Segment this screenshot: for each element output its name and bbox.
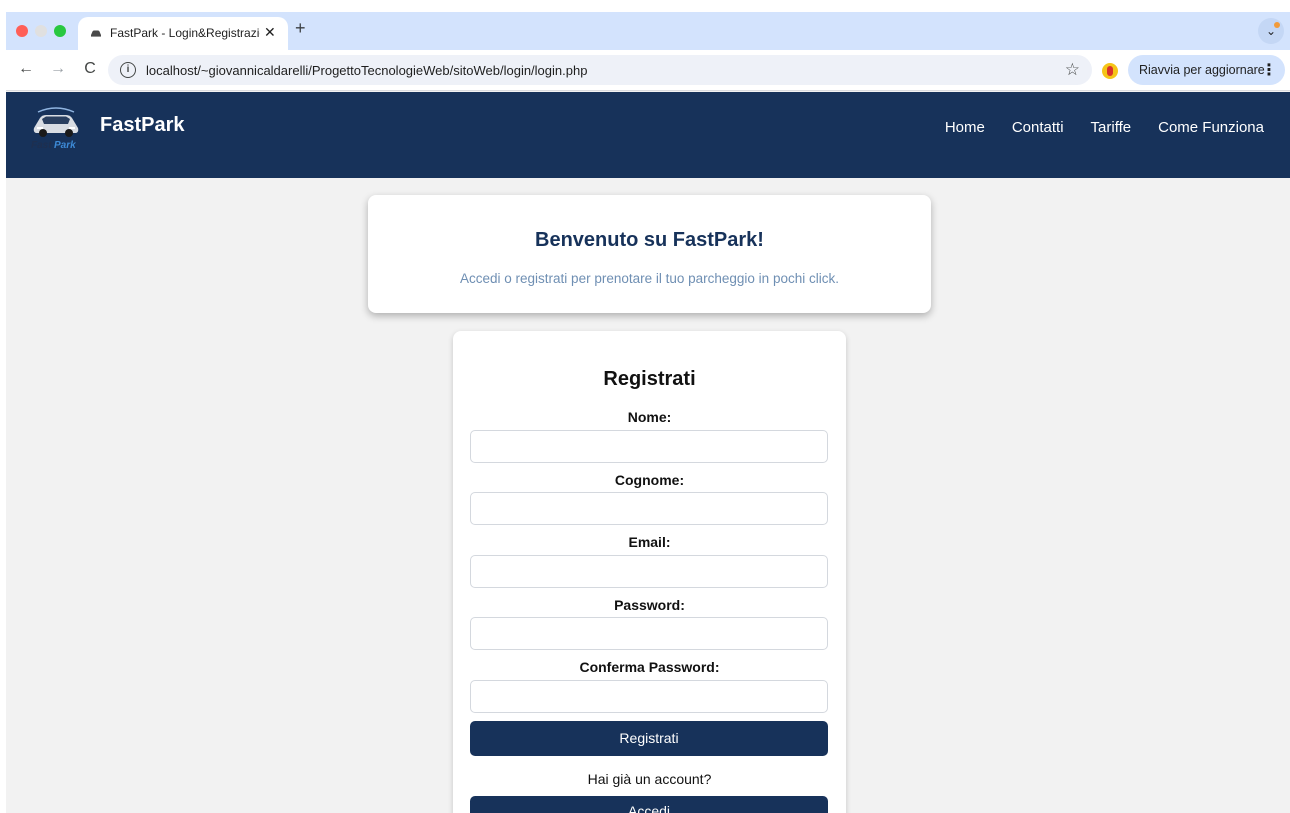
register-form: Registrati Nome: Cognome: Email: Passwor…	[453, 331, 846, 813]
welcome-subtitle: Accedi o registrati per prenotare il tuo…	[460, 271, 839, 286]
welcome-title: Benvenuto su FastPark!	[535, 229, 764, 251]
cognome-label: Cognome:	[614, 472, 685, 488]
password-label: Password:	[614, 597, 685, 613]
back-arrow-icon[interactable]: ←	[16, 60, 36, 78]
maximize-window-button[interactable]	[54, 25, 66, 37]
svg-text:Fast: Fast	[31, 140, 52, 151]
menu-kebab-icon[interactable]: ⋮	[1261, 60, 1277, 80]
site-nav: Home Contatti Tariffe Come Funziona	[945, 119, 1264, 136]
nav-contatti[interactable]: Contatti	[1012, 119, 1064, 136]
password-field[interactable]	[470, 617, 828, 650]
restart-to-update-button[interactable]: Riavvia per aggiornare ⋮	[1128, 55, 1285, 85]
email-label: Email:	[628, 534, 671, 550]
email-field[interactable]	[470, 555, 828, 588]
tab-close-icon[interactable]: ✕	[264, 24, 276, 41]
notification-dot	[1274, 22, 1280, 28]
nome-field[interactable]	[470, 430, 828, 463]
nav-tariffe[interactable]: Tariffe	[1091, 119, 1132, 136]
site-brand[interactable]: FastPark	[100, 114, 185, 137]
bookmark-star-icon[interactable]: ☆	[1065, 60, 1080, 80]
minimize-window-button[interactable]	[35, 25, 47, 37]
fastpark-logo[interactable]: Fast Park	[28, 102, 84, 152]
nome-label: Nome:	[627, 409, 672, 425]
browser-window: FastPark - Login&Registrazione ✕ + ⌄ ← →…	[6, 12, 1290, 813]
browser-toolbar: ← → C i localhost/~giovannicaldarelli/Pr…	[6, 50, 1290, 91]
confirm-password-label: Conferma Password:	[579, 659, 720, 675]
welcome-card: Benvenuto su FastPark! Accedi o registra…	[368, 195, 931, 313]
restart-to-update-label: Riavvia per aggiornare	[1139, 63, 1265, 77]
reload-icon[interactable]: C	[80, 60, 100, 78]
register-button[interactable]: Registrati	[470, 721, 828, 756]
close-window-button[interactable]	[16, 25, 28, 37]
tab-search-button[interactable]: ⌄	[1258, 18, 1284, 44]
confirm-password-field[interactable]	[470, 680, 828, 713]
new-tab-button[interactable]: +	[295, 18, 306, 39]
forward-arrow-icon[interactable]: →	[48, 60, 68, 78]
site-header: Fast Park FastPark Home Contatti Tariffe…	[6, 92, 1290, 178]
cognome-field[interactable]	[470, 492, 828, 525]
tab-title: FastPark - Login&Registrazione	[110, 26, 260, 40]
form-title: Registrati	[603, 368, 696, 390]
nav-come-funziona[interactable]: Come Funziona	[1158, 119, 1264, 136]
url-text[interactable]: localhost/~giovannicaldarelli/ProgettoTe…	[146, 63, 587, 78]
address-bar[interactable]: i localhost/~giovannicaldarelli/Progetto…	[108, 55, 1092, 85]
extension-icon[interactable]	[1102, 63, 1118, 79]
have-account-text: Hai già un account?	[587, 771, 712, 787]
browser-tab[interactable]: FastPark - Login&Registrazione ✕	[78, 17, 288, 50]
tab-strip: FastPark - Login&Registrazione ✕ + ⌄	[6, 12, 1290, 50]
svg-text:Park: Park	[54, 140, 76, 151]
car-favicon-icon	[91, 30, 101, 37]
nav-home[interactable]: Home	[945, 119, 985, 136]
login-button[interactable]: Accedi	[470, 796, 828, 813]
site-info-icon[interactable]: i	[120, 62, 136, 78]
